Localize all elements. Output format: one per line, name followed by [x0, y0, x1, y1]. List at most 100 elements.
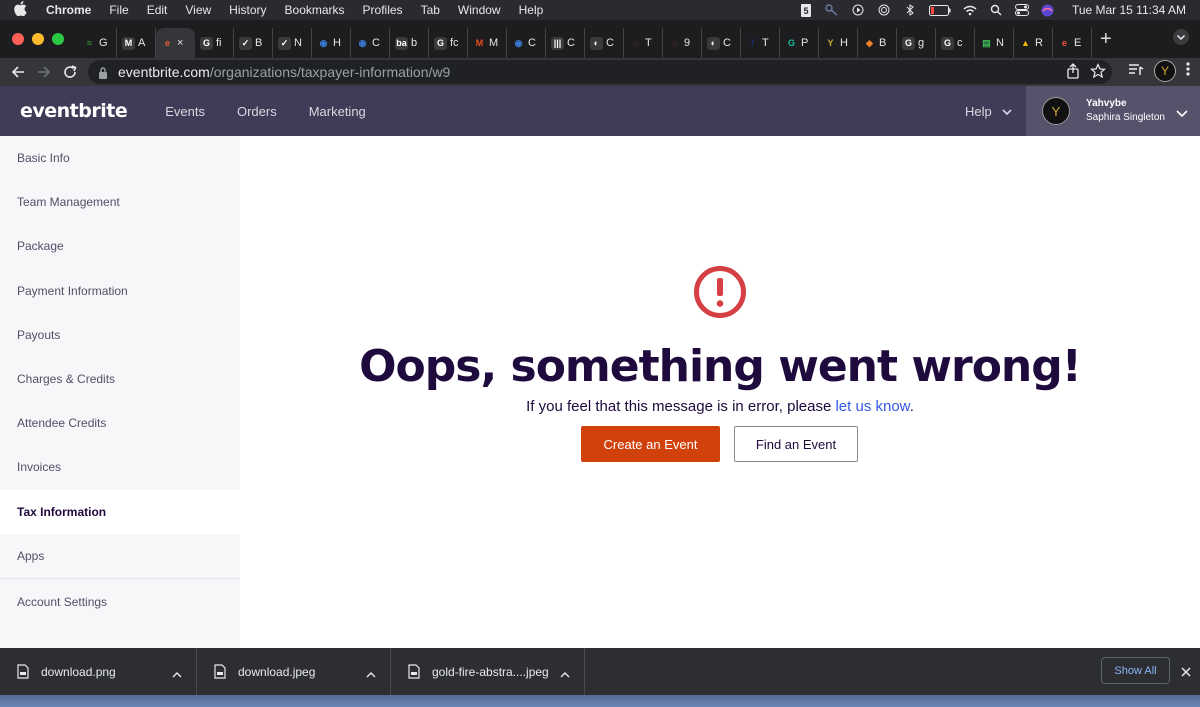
browser-tab[interactable]: Gg — [897, 28, 936, 58]
reading-list-icon[interactable] — [1128, 62, 1144, 81]
lock-icon[interactable] — [98, 66, 110, 79]
browser-tab[interactable]: ||| C — [546, 28, 585, 58]
sidebar-item-invoices[interactable]: Invoices — [0, 445, 240, 489]
browser-tab[interactable]: Gfc — [429, 28, 468, 58]
show-all-downloads-button[interactable]: Show All — [1101, 657, 1170, 684]
sidebar-item-payment-information[interactable]: Payment Information — [0, 269, 240, 313]
browser-tab[interactable]: ▤ N — [975, 28, 1014, 58]
sidebar-item-account-settings[interactable]: Account Settings — [0, 580, 240, 624]
eventbrite-logo[interactable]: eventbrite — [20, 100, 128, 122]
zoom-window-button[interactable] — [52, 33, 64, 45]
browser-tab[interactable]: Gfi — [195, 28, 234, 58]
new-tab-button[interactable]: + — [1100, 28, 1120, 51]
sidebar-item-charges-credits[interactable]: Charges & Credits — [0, 357, 240, 401]
tab-active[interactable]: e × — [156, 28, 195, 58]
airdrop-icon[interactable] — [876, 4, 892, 16]
bookmark-star-icon[interactable] — [1089, 63, 1107, 82]
tab-search-icon[interactable] — [1172, 28, 1190, 46]
close-tab-icon[interactable]: × — [177, 37, 183, 49]
browser-tab[interactable]: YH — [819, 28, 858, 58]
browser-tab[interactable]: ◉ C — [351, 28, 390, 58]
wifi-icon[interactable] — [962, 4, 978, 16]
spotlight-search-icon[interactable] — [988, 4, 1004, 16]
browser-tab[interactable]: ◐ C — [702, 28, 741, 58]
bluetooth-icon[interactable] — [902, 4, 918, 16]
menu-bookmarks[interactable]: Bookmarks — [285, 3, 345, 17]
menu-file[interactable]: File — [109, 3, 128, 17]
browser-tab[interactable]: ◌ T — [624, 28, 663, 58]
download-item[interactable]: download.png — [0, 648, 197, 695]
browser-tab[interactable]: MA — [117, 28, 156, 58]
html5-icon[interactable]: 5 — [798, 3, 814, 17]
browser-tab[interactable]: ≈ G — [78, 28, 117, 58]
nav-events[interactable]: Events — [165, 104, 205, 119]
tab-title: A — [138, 37, 146, 49]
account-menu[interactable]: Y Yahvybe Saphira Singleton — [1026, 86, 1200, 136]
browser-tab[interactable]: MM — [468, 28, 507, 58]
browser-tab[interactable]: GP — [780, 28, 819, 58]
sidebar-item-tax-information[interactable]: Tax Information — [0, 489, 240, 534]
siri-icon[interactable] — [1040, 4, 1056, 16]
let-us-know-link[interactable]: let us know — [835, 398, 909, 415]
battery-icon[interactable] — [928, 4, 952, 16]
close-window-button[interactable] — [12, 33, 24, 45]
browser-tab[interactable]: ✓ B — [234, 28, 273, 58]
apple-icon[interactable] — [14, 1, 30, 19]
chevron-up-icon[interactable] — [172, 667, 182, 677]
forward-button[interactable] — [32, 60, 56, 84]
reload-button[interactable] — [58, 60, 82, 84]
browser-tab[interactable]: TT — [741, 28, 780, 58]
nav-marketing[interactable]: Marketing — [309, 104, 366, 119]
browser-tab[interactable]: ✓ N — [273, 28, 312, 58]
sidebar-item-payouts[interactable]: Payouts — [0, 313, 240, 357]
nav-orders[interactable]: Orders — [237, 104, 277, 119]
sidebar-item-package[interactable]: Package — [0, 224, 240, 268]
download-item[interactable]: gold-fire-abstra....jpeg — [391, 648, 585, 695]
browser-tab[interactable]: Gc — [936, 28, 975, 58]
user-avatar: Y — [1042, 97, 1070, 125]
help-menu[interactable]: Help — [965, 104, 1012, 119]
menu-edit[interactable]: Edit — [147, 3, 168, 17]
browser-tab[interactable]: ◉ H — [312, 28, 351, 58]
tab-title: E — [1074, 37, 1082, 49]
address-bar[interactable]: eventbrite.com/organizations/taxpayer-in… — [88, 60, 1112, 84]
chrome-menu-icon[interactable] — [1186, 61, 1190, 82]
sidebar-item-basic-info[interactable]: Basic Info — [0, 136, 240, 180]
browser-tab[interactable]: ◆ B — [858, 28, 897, 58]
key-icon[interactable] — [824, 4, 840, 16]
error-message-end: . — [909, 398, 914, 415]
browser-tab[interactable]: ◌ 9 — [663, 28, 702, 58]
menu-view[interactable]: View — [185, 3, 211, 17]
control-center-icon[interactable] — [1014, 4, 1030, 16]
chevron-up-icon[interactable] — [560, 667, 570, 677]
minimize-window-button[interactable] — [32, 33, 44, 45]
close-icon[interactable] — [1180, 665, 1192, 677]
find-event-button[interactable]: Find an Event — [734, 426, 858, 462]
sidebar-item-attendee-credits[interactable]: Attendee Credits — [0, 401, 240, 445]
globe-icon: ◐ — [707, 36, 720, 50]
menu-app-name[interactable]: Chrome — [46, 3, 91, 17]
sidebar-item-team-management[interactable]: Team Management — [0, 180, 240, 224]
browser-tab[interactable]: ▲ R — [1014, 28, 1053, 58]
profile-avatar-icon[interactable]: Y — [1154, 60, 1176, 82]
play-icon[interactable] — [850, 4, 866, 16]
menu-help[interactable]: Help — [519, 3, 544, 17]
menu-tab[interactable]: Tab — [421, 3, 440, 17]
menu-profiles[interactable]: Profiles — [363, 3, 403, 17]
tab-title: H — [840, 37, 848, 49]
tab-title: C — [606, 37, 614, 49]
create-event-button[interactable]: Create an Event — [581, 426, 720, 462]
menu-window[interactable]: Window — [458, 3, 501, 17]
download-item[interactable]: download.jpeg — [197, 648, 391, 695]
browser-tab[interactable]: ◉ C — [507, 28, 546, 58]
share-icon[interactable] — [1066, 63, 1080, 82]
google-icon: G — [941, 36, 954, 50]
menubar-clock[interactable]: Tue Mar 15 11:34 AM — [1072, 3, 1186, 17]
sidebar-item-apps[interactable]: Apps — [0, 534, 240, 578]
menu-history[interactable]: History — [229, 3, 266, 17]
browser-tab[interactable]: ◐ C — [585, 28, 624, 58]
browser-tab[interactable]: eE — [1053, 28, 1092, 58]
chevron-up-icon[interactable] — [366, 667, 376, 677]
browser-tab[interactable]: ba b — [390, 28, 429, 58]
back-button[interactable] — [6, 60, 30, 84]
